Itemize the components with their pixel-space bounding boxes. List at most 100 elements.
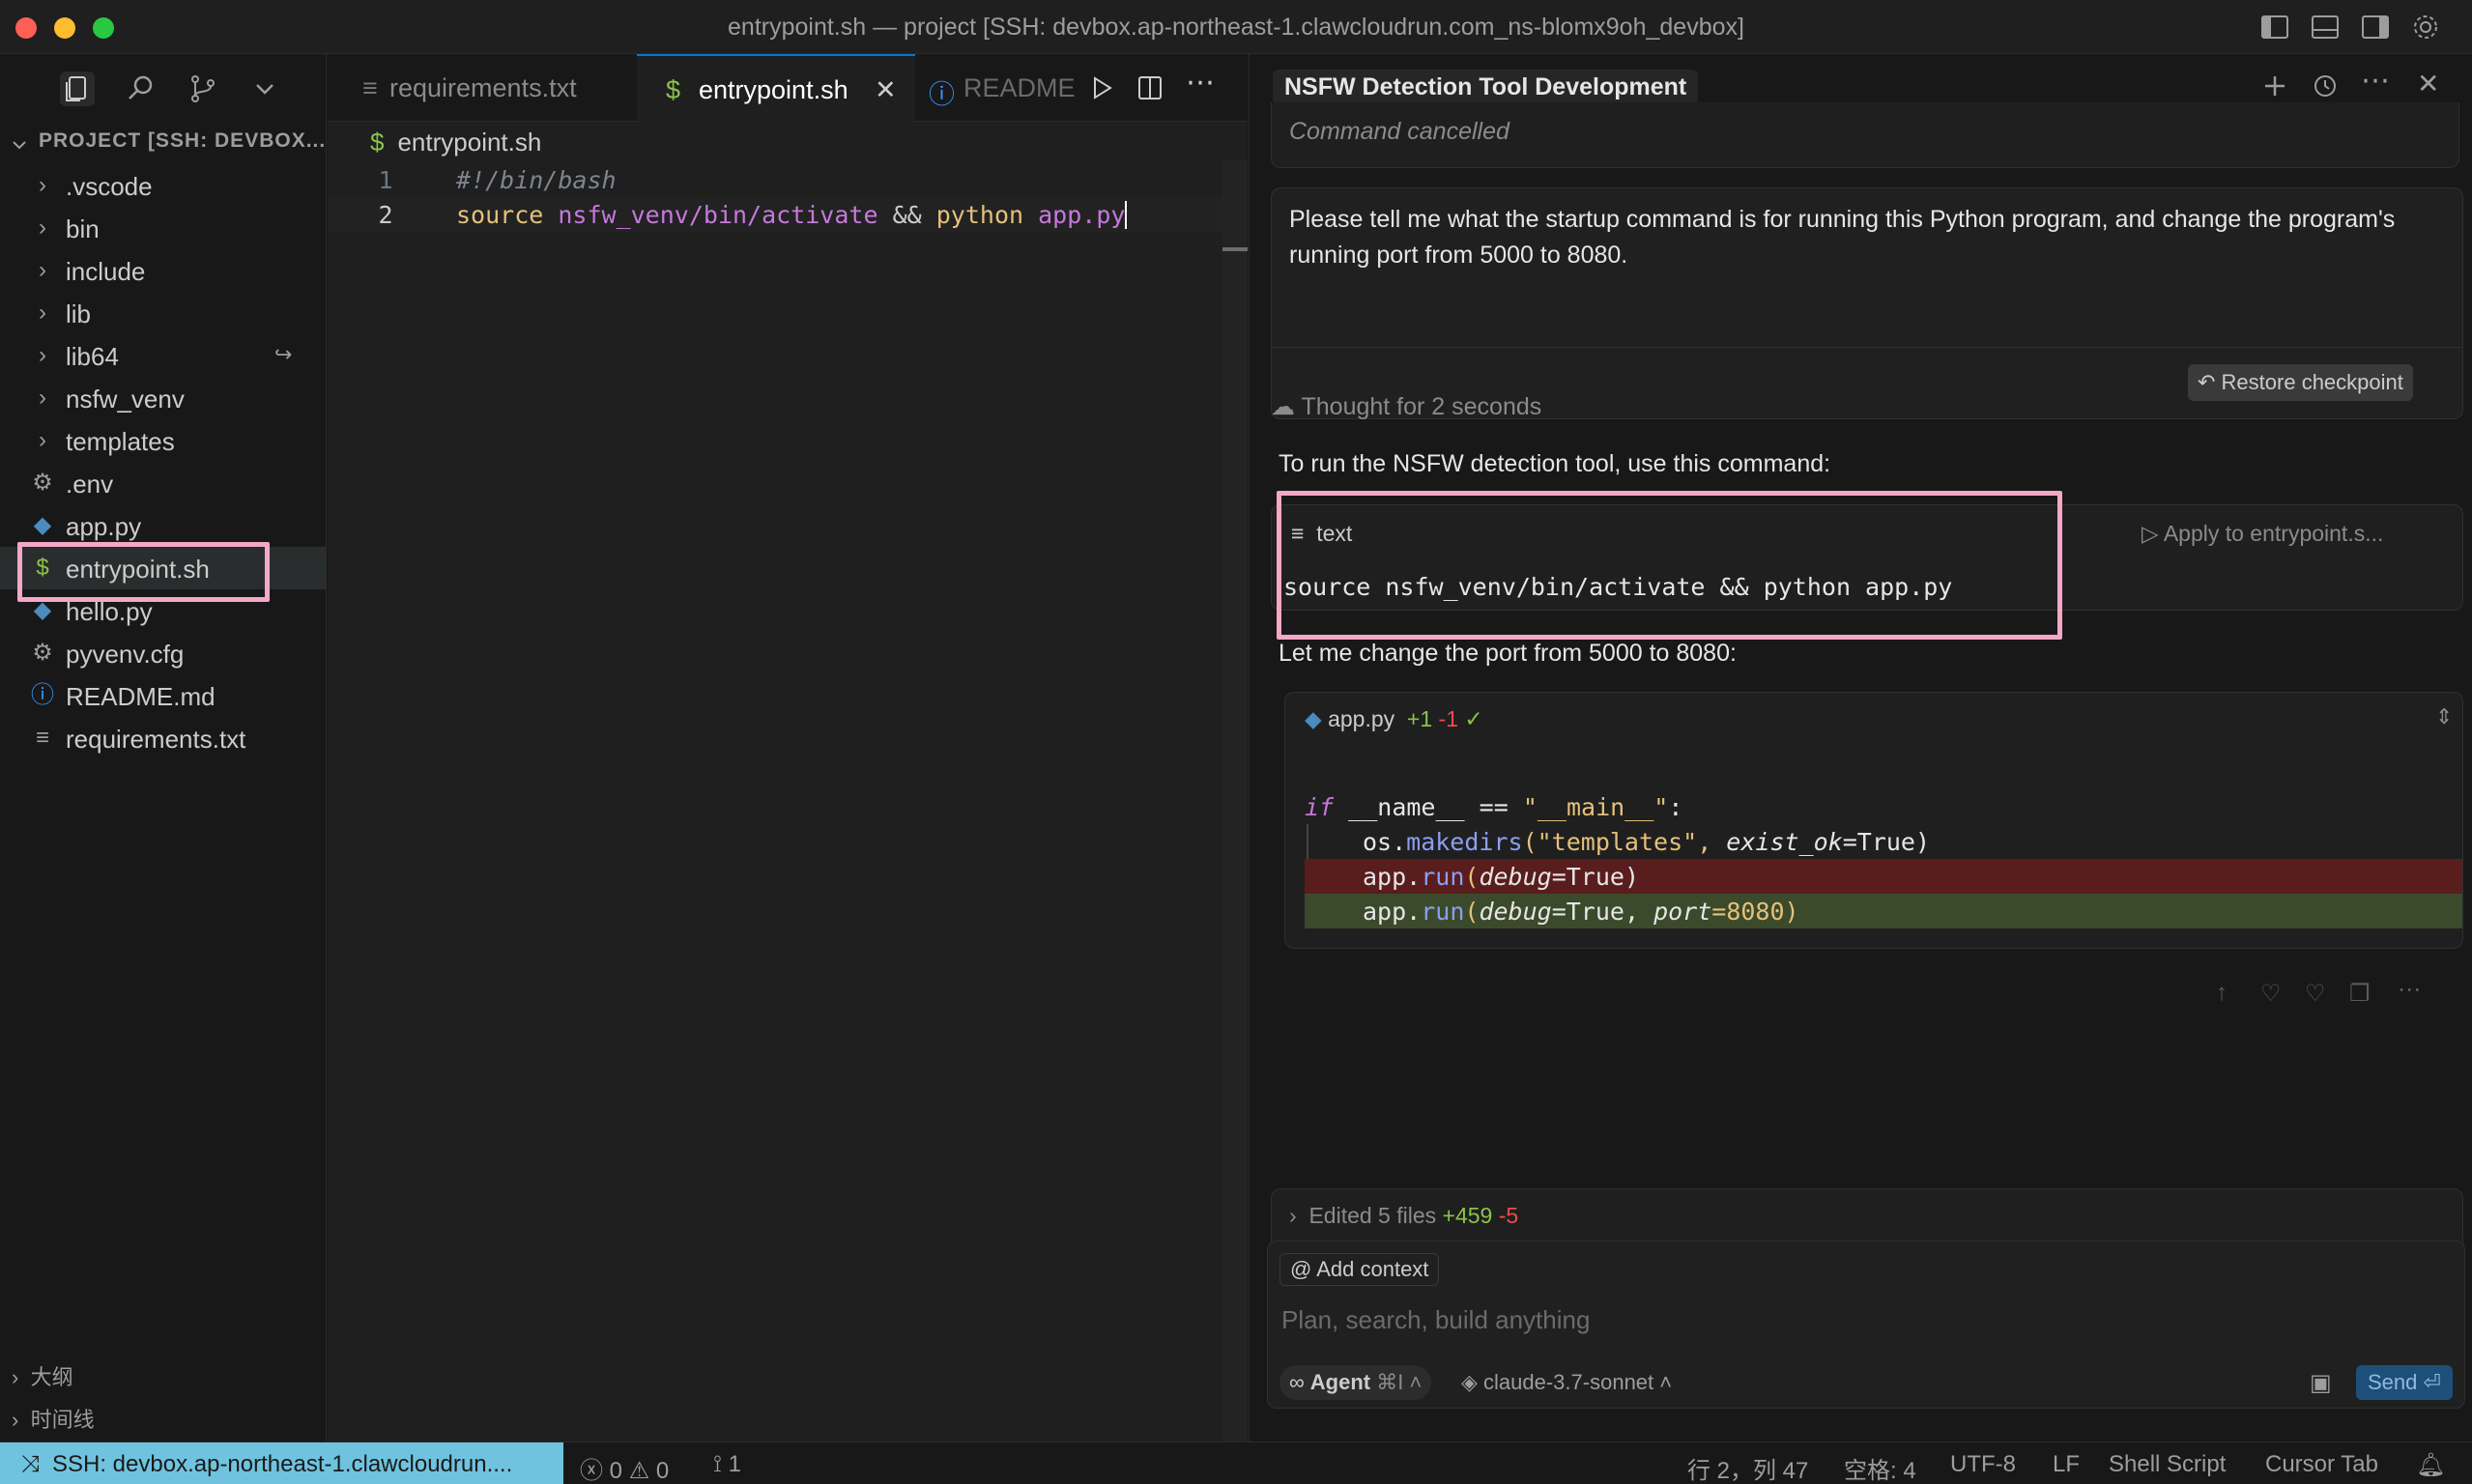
- python-file-icon: ◆: [33, 512, 52, 538]
- restore-checkpoint-button[interactable]: ↶ Restore checkpoint: [2188, 364, 2413, 401]
- remote-icon: ⤨: [21, 1451, 41, 1477]
- broadcast-icon: ⟟: [713, 1451, 729, 1477]
- image-attach-icon[interactable]: ▣: [2310, 1369, 2332, 1397]
- assistant-intro-text: To run the NSFW detection tool, use this…: [1279, 450, 1831, 477]
- search-icon[interactable]: [124, 71, 158, 106]
- more-actions-icon[interactable]: ⋯: [1186, 66, 1215, 100]
- tree-item[interactable]: › bin: [0, 207, 327, 249]
- model-selector[interactable]: ◈ claude-3.7-sonnet ˄: [1461, 1365, 1672, 1400]
- at-icon: @: [1290, 1257, 1317, 1281]
- close-tab-icon[interactable]: ✕: [875, 75, 897, 105]
- diff-line-removed: app.run(debug=True): [1305, 859, 2462, 894]
- tree-item[interactable]: ◆ app.py: [0, 504, 327, 547]
- remote-indicator[interactable]: ⤨ SSH: devbox.ap-northeast-1.clawcloudru…: [0, 1442, 563, 1484]
- text-file-icon: ≡: [35, 725, 49, 751]
- tree-item-label: pyvenv.cfg: [66, 640, 185, 669]
- port-change-text: Let me change the port from 5000 to 8080…: [1279, 640, 1737, 667]
- run-play-icon[interactable]: [1087, 73, 1116, 102]
- code-line-1[interactable]: 1 #!/bin/bash: [328, 162, 1236, 197]
- thought-indicator[interactable]: ☁ Thought for 2 seconds: [1271, 392, 1541, 421]
- toggle-panel-icon[interactable]: [2310, 12, 2341, 43]
- shell-file-icon: $: [370, 128, 385, 157]
- split-editor-icon[interactable]: [1135, 73, 1164, 102]
- collapse-chevron-icon[interactable]: [10, 135, 29, 155]
- chevron-right-icon: ›: [1289, 1203, 1309, 1228]
- agent-mode-selector[interactable]: ∞ Agent ⌘I ˄: [1279, 1365, 1432, 1400]
- tree-item-label: bin: [66, 214, 100, 243]
- editor-scrollbar[interactable]: [1222, 160, 1248, 1460]
- send-button[interactable]: Send ⏎: [2356, 1365, 2453, 1400]
- close-chat-icon[interactable]: ✕: [2417, 68, 2439, 100]
- chevron-right-icon: ›: [39, 427, 46, 453]
- more-icon[interactable]: ⋯: [2398, 976, 2421, 1004]
- tree-item[interactable]: › lib64 ↪: [0, 334, 327, 377]
- symlink-icon: ↪: [274, 342, 293, 366]
- problems-indicator[interactable]: ⓧ 0 ⚠ 0: [580, 1451, 669, 1484]
- line-ending[interactable]: LF: [2053, 1451, 2080, 1478]
- explorer-header[interactable]: PROJECT [SSH: DEVBOX...: [39, 129, 326, 153]
- tab-requirements[interactable]: ≡ requirements.txt: [328, 54, 635, 122]
- edited-files-bar[interactable]: › Edited 5 files +459 -5: [1271, 1188, 2463, 1246]
- code-line-2-text: source nsfw_venv/bin/activate && python …: [456, 201, 1128, 229]
- history-icon[interactable]: [2311, 71, 2340, 100]
- editor-tab-bar: ≡ requirements.txt $ entrypoint.sh ✕ ⓘ R…: [328, 54, 1248, 122]
- tree-item-label: README.md: [66, 682, 216, 711]
- tree-item[interactable]: › .vscode: [0, 164, 327, 207]
- add-context-button[interactable]: @ Add context: [1279, 1253, 1440, 1286]
- more-options-icon[interactable]: ⋯: [2361, 64, 2390, 98]
- toggle-secondary-sidebar-icon[interactable]: [2360, 12, 2391, 43]
- notifications-bell-icon[interactable]: 🔔︎: [2416, 1451, 2445, 1479]
- explorer-files-icon[interactable]: [60, 71, 95, 106]
- code-line-2[interactable]: 2 source nsfw_venv/bin/activate && pytho…: [328, 197, 1236, 232]
- user-message-card[interactable]: Please tell me what the startup command …: [1271, 187, 2463, 419]
- tree-item-label: include: [66, 257, 146, 286]
- tree-item[interactable]: › templates: [0, 419, 327, 462]
- tab-readme[interactable]: ⓘ README: [917, 54, 1091, 122]
- shell-file-icon: $: [666, 75, 681, 104]
- chat-input[interactable]: Plan, search, build anything: [1281, 1305, 1590, 1335]
- tab-entrypoint[interactable]: $ entrypoint.sh ✕: [637, 54, 915, 122]
- error-icon: ⓧ: [580, 1458, 610, 1484]
- more-views-chevron-down-icon[interactable]: [247, 71, 282, 106]
- breadcrumb[interactable]: $ entrypoint.sh: [370, 128, 541, 157]
- tree-item[interactable]: › nsfw_venv: [0, 377, 327, 419]
- new-chat-plus-icon[interactable]: [2260, 71, 2289, 100]
- tree-item[interactable]: › include: [0, 249, 327, 292]
- chat-title[interactable]: NSFW Detection Tool Development: [1273, 70, 1699, 105]
- outline-section[interactable]: › 大纲: [12, 1360, 73, 1391]
- chevron-up-icon: ˄: [1653, 1370, 1673, 1394]
- play-icon: ▷: [2141, 521, 2164, 546]
- timeline-section[interactable]: › 时间线: [12, 1403, 95, 1434]
- expand-toggle-icon[interactable]: ⇕: [2435, 704, 2453, 729]
- thumbs-down-icon[interactable]: ♡: [2305, 980, 2326, 1008]
- tree-item[interactable]: ⚙ pyvenv.cfg: [0, 632, 327, 674]
- chevron-right-icon: ›: [39, 342, 46, 368]
- window-title: entrypoint.sh — project [SSH: devbox.ap-…: [728, 14, 1744, 41]
- source-control-icon[interactable]: [186, 71, 220, 106]
- tree-item[interactable]: › lib: [0, 292, 327, 334]
- thumbs-up-icon[interactable]: ♡: [2260, 980, 2282, 1008]
- apply-button[interactable]: ▷ Apply to entrypoint.s...: [2141, 521, 2383, 547]
- tree-item-label: lib64: [66, 342, 119, 371]
- tree-item[interactable]: ⓘ README.md: [0, 674, 327, 717]
- composer: @ Add context Plan, search, build anythi…: [1267, 1241, 2465, 1409]
- cursor-tab-status[interactable]: Cursor Tab: [2265, 1451, 2378, 1478]
- indentation[interactable]: 空格: 4: [1844, 1451, 1916, 1484]
- encoding[interactable]: UTF-8: [1950, 1451, 2016, 1478]
- copy-icon[interactable]: ❐: [2349, 980, 2371, 1008]
- tree-item[interactable]: ⚙ .env: [0, 462, 327, 504]
- info-icon: ⓘ: [31, 682, 54, 708]
- scrollbar-marker: [1222, 247, 1248, 251]
- language-mode[interactable]: Shell Script: [2109, 1451, 2226, 1478]
- settings-gear-icon[interactable]: [2410, 12, 2441, 43]
- scroll-up-icon[interactable]: ↑: [2216, 980, 2228, 1007]
- toggle-primary-sidebar-icon[interactable]: [2259, 12, 2290, 43]
- diff-line-added: app.run(debug=True, port=8080): [1305, 894, 2462, 928]
- tree-item[interactable]: ≡ requirements.txt: [0, 717, 327, 759]
- enter-icon: ⏎: [2417, 1370, 2441, 1394]
- cursor-position[interactable]: 行 2，列 47: [1687, 1451, 1808, 1484]
- ports-indicator[interactable]: ⟟ 1: [713, 1451, 741, 1478]
- brain-icon: ☁: [1271, 393, 1302, 420]
- diff-header[interactable]: ◆ app.py +1 -1 ✓: [1305, 706, 1483, 732]
- chevron-right-icon: ›: [12, 1408, 31, 1432]
